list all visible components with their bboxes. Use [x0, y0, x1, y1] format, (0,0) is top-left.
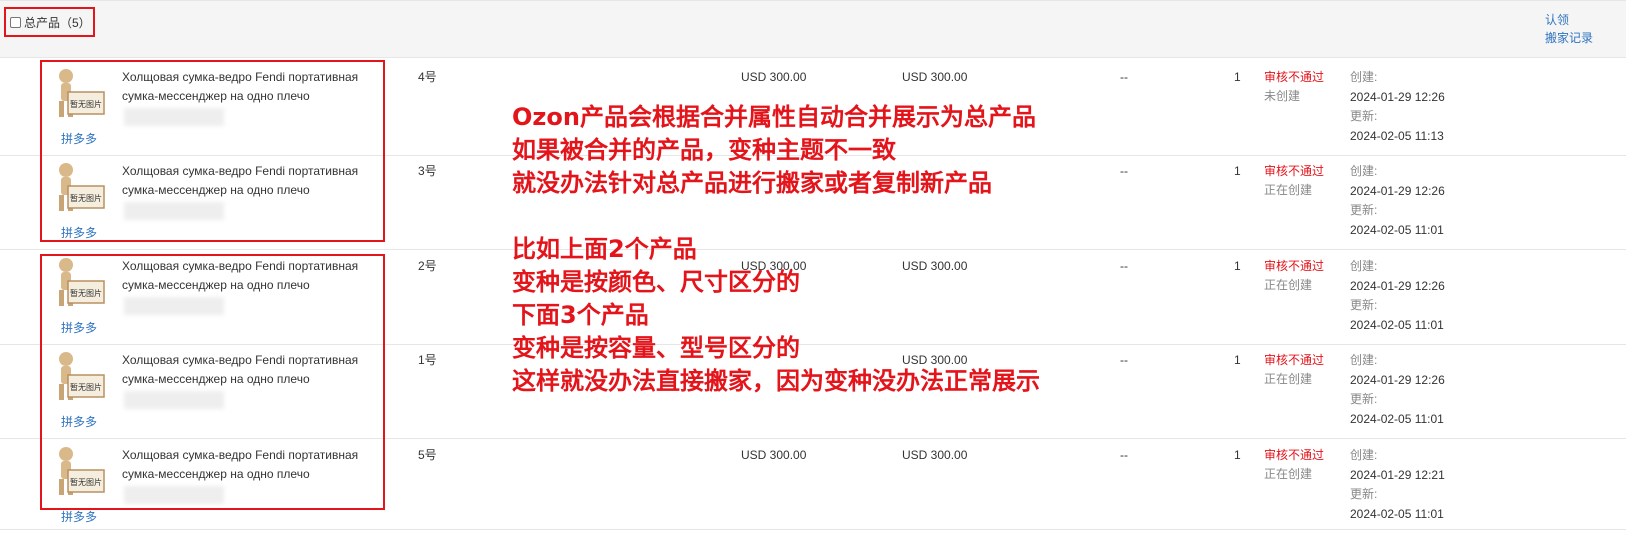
- quantity: 1: [1234, 259, 1241, 273]
- quantity: 1: [1234, 353, 1241, 367]
- updated-label: 更新:: [1350, 487, 1378, 501]
- migration-record-link[interactable]: 搬家记录: [1545, 31, 1593, 46]
- review-status: 审核不通过: [1264, 164, 1325, 178]
- created-time: 2024-01-29 12:26: [1350, 278, 1445, 293]
- review-status: 审核不通过: [1264, 353, 1325, 367]
- quantity: 1: [1234, 448, 1241, 462]
- annotation-line: 下面3个产品: [512, 301, 649, 329]
- review-status: 审核不通过: [1264, 70, 1325, 84]
- quantity: 1: [1234, 164, 1241, 178]
- group-box-bottom: [40, 254, 385, 510]
- empty-field: --: [1120, 70, 1128, 84]
- empty-field: --: [1120, 353, 1128, 367]
- annotation-line: 就没办法针对总产品进行搬家或者复制新产品: [512, 169, 992, 197]
- review-status: 审核不通过: [1264, 259, 1325, 273]
- updated-label: 更新:: [1350, 203, 1378, 217]
- dates: 创建: 2024-01-29 12:26 更新: 2024-02-05 11:0…: [1350, 257, 1445, 335]
- updated-time: 2024-02-05 11:01: [1350, 222, 1444, 237]
- dates: 创建: 2024-01-29 12:26 更新: 2024-02-05 11:0…: [1350, 162, 1445, 240]
- empty-field: --: [1120, 259, 1128, 273]
- created-label: 创建:: [1350, 259, 1378, 273]
- created-time: 2024-01-29 12:26: [1350, 372, 1445, 387]
- source-link[interactable]: 拼多多: [61, 508, 97, 525]
- created-label: 创建:: [1350, 70, 1378, 84]
- empty-field: --: [1120, 164, 1128, 178]
- annotation-line: 变种是按容量、型号区分的: [512, 334, 800, 362]
- annotation-line: 这样就没办法直接搬家，因为变种没办法正常展示: [512, 367, 1040, 395]
- create-status: 正在创建: [1264, 372, 1313, 386]
- annotation-line: 比如上面2个产品: [512, 235, 697, 263]
- variant-label: 1号: [418, 353, 437, 367]
- variant-label: 4号: [418, 70, 437, 84]
- header-links: 认领 搬家记录: [1545, 13, 1593, 46]
- created-label: 创建:: [1350, 353, 1378, 367]
- create-status: 正在创建: [1264, 278, 1313, 292]
- annotation-line: 变种是按颜色、尺寸区分的: [512, 268, 800, 296]
- created-label: 创建:: [1350, 448, 1378, 462]
- updated-time: 2024-02-05 11:01: [1350, 411, 1444, 426]
- price-sale: USD 300.00: [902, 70, 968, 84]
- created-time: 2024-01-29 12:26: [1350, 183, 1445, 198]
- dates: 创建: 2024-01-29 12:21 更新: 2024-02-05 11:0…: [1350, 446, 1445, 524]
- annotation-overlay: Ozon产品会根据合并属性自动合并展示为总产品 如果被合并的产品，变种主题不一致就…: [512, 101, 1040, 398]
- annotation-line: 如果被合并的产品，变种主题不一致: [512, 136, 896, 164]
- variant-label: 5号: [418, 448, 437, 462]
- created-time: 2024-01-29 12:21: [1350, 467, 1445, 482]
- created-label: 创建:: [1350, 164, 1378, 178]
- updated-time: 2024-02-05 11:01: [1350, 317, 1444, 332]
- price-original: USD 300.00: [741, 70, 807, 84]
- select-all-label: 总产品（5）: [24, 15, 91, 30]
- create-status: 未创建: [1264, 89, 1301, 103]
- review-status: 审核不通过: [1264, 448, 1325, 462]
- select-all-checkbox[interactable]: 总产品（5）: [4, 7, 95, 37]
- create-status: 正在创建: [1264, 183, 1313, 197]
- created-time: 2024-01-29 12:26: [1350, 89, 1445, 104]
- dates: 创建: 2024-01-29 12:26 更新: 2024-02-05 11:1…: [1350, 68, 1445, 146]
- quantity: 1: [1234, 70, 1241, 84]
- price-original: USD 300.00: [741, 448, 807, 462]
- updated-label: 更新:: [1350, 109, 1378, 123]
- table-header: 总产品（5） 认领 搬家记录: [0, 0, 1626, 58]
- annotation-line: [512, 200, 1040, 233]
- updated-label: 更新:: [1350, 298, 1378, 312]
- empty-field: --: [1120, 448, 1128, 462]
- create-status: 正在创建: [1264, 467, 1313, 481]
- price-sale: USD 300.00: [902, 448, 968, 462]
- annotation-line: Ozon产品会根据合并属性自动合并展示为总产品: [512, 103, 1036, 131]
- checkbox-icon[interactable]: [10, 16, 21, 28]
- updated-time: 2024-02-05 11:01: [1350, 506, 1444, 521]
- variant-label: 2号: [418, 259, 437, 273]
- group-box-top: [40, 60, 385, 242]
- updated-time: 2024-02-05 11:13: [1350, 128, 1444, 143]
- variant-label: 3号: [418, 164, 437, 178]
- dates: 创建: 2024-01-29 12:26 更新: 2024-02-05 11:0…: [1350, 351, 1445, 429]
- updated-label: 更新:: [1350, 392, 1378, 406]
- claim-link[interactable]: 认领: [1545, 13, 1593, 28]
